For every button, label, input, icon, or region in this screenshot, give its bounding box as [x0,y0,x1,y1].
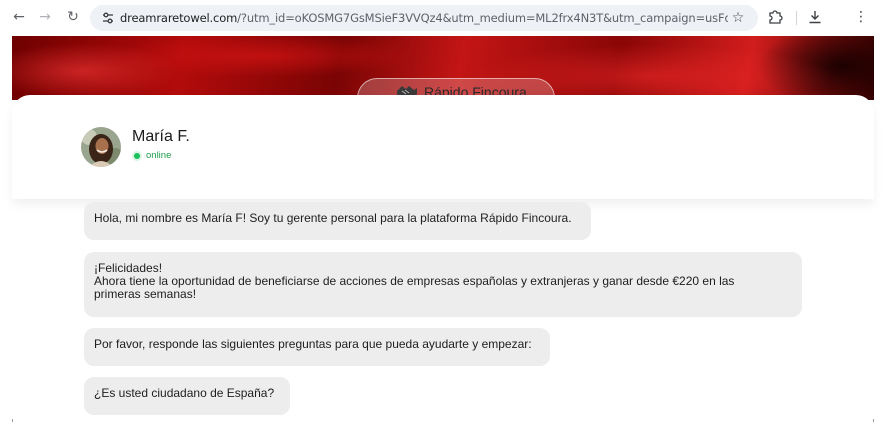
chat-message: Por favor, responde las siguientes pregu… [84,328,550,366]
online-status-icon [134,153,140,159]
menu-icon[interactable]: ⋮ [850,6,872,28]
download-icon[interactable] [804,6,826,28]
url-domain: dreamraretowel.com [120,11,238,25]
message-line: primeras semanas! [94,287,197,301]
chat-message: ¿Es usted ciudadano de España? [84,377,290,415]
url-path: /?utm_id=oKOSMG7GsMSieF3VVQz4&utm_medium… [237,11,728,25]
message-line: Hola, mi nombre es María F! Soy tu geren… [94,211,572,225]
toolbar-divider [796,11,797,25]
address-bar[interactable]: dreamraretowel.com/?utm_id=oKOSMG7GsMSie… [90,5,758,31]
bookmark-star-icon[interactable]: ☆ [728,8,748,28]
message-line: Por favor, responde las siguientes pregu… [94,337,532,351]
chat-header: María F. online [12,95,874,199]
page-edge-mark [873,419,874,422]
forward-icon[interactable]: → [34,6,56,28]
url-text[interactable]: dreamraretowel.com/?utm_id=oKOSMG7GsMSie… [120,5,728,31]
agent-status: online [146,150,172,161]
brand-banner: Rápido Fincoura [12,36,874,100]
page: Rápido Fincoura María F. online Hola, mi… [0,36,886,425]
message-line: ¿Es usted ciudadano de España? [94,386,275,400]
browser-toolbar: ← → ↻ dreamraretowel.com/?utm_id=oKOSMG7… [0,0,886,36]
chat-message: ¡Felicidades! Ahora tiene la oportunidad… [84,252,802,317]
page-edge-mark [12,419,13,422]
avatar [81,127,121,167]
agent-name: María F. [132,128,190,145]
site-settings-icon[interactable] [100,10,116,26]
reload-icon[interactable]: ↻ [62,6,84,28]
extensions-icon[interactable] [764,6,786,28]
back-icon[interactable]: ← [8,6,30,28]
message-line: Ahora tiene la oportunidad de beneficiar… [94,274,735,288]
chat-message: Hola, mi nombre es María F! Soy tu geren… [84,202,591,240]
